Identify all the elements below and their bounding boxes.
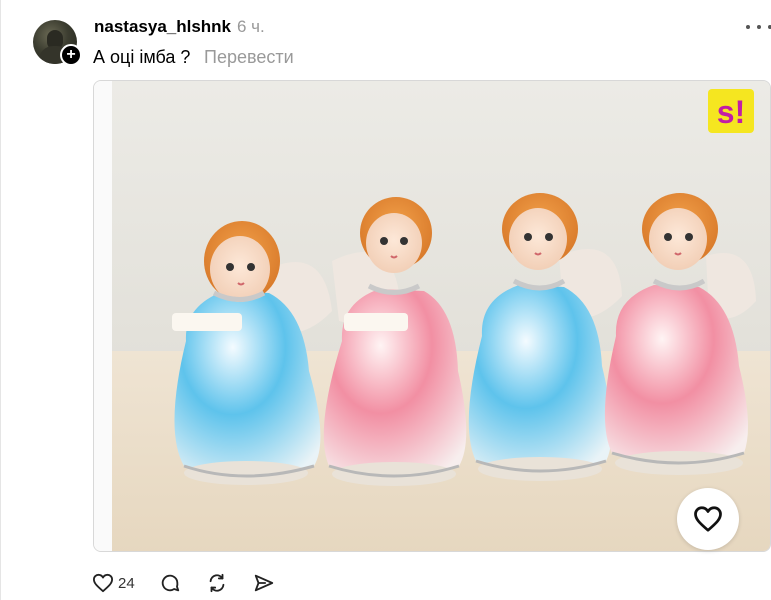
post-actions: 24 <box>92 570 299 596</box>
share-icon <box>254 574 273 592</box>
like-button[interactable]: 24 <box>92 573 135 593</box>
heart-icon <box>93 573 113 593</box>
post-text: А оці імба ? <box>93 47 191 67</box>
post-image[interactable]: s! <box>93 80 771 552</box>
comment-button[interactable] <box>159 572 181 594</box>
share-button[interactable] <box>253 572 275 594</box>
timestamp[interactable]: 6 ч. <box>237 17 265 37</box>
watermark-text: s! <box>717 94 745 130</box>
heart-icon <box>694 506 722 532</box>
image-like-button[interactable] <box>677 488 739 550</box>
comment-icon <box>161 574 179 592</box>
angel-figurines-photo: s! <box>94 81 770 551</box>
username[interactable]: nastasya_hlshnk <box>94 17 231 37</box>
repost-button[interactable] <box>205 572 229 594</box>
follow-plus-icon[interactable]: + <box>60 44 82 66</box>
left-border <box>0 0 1 600</box>
more-options-icon[interactable] <box>746 17 771 37</box>
repost-icon <box>209 573 225 593</box>
like-count: 24 <box>118 574 135 592</box>
translate-link[interactable]: Перевести <box>204 47 294 68</box>
